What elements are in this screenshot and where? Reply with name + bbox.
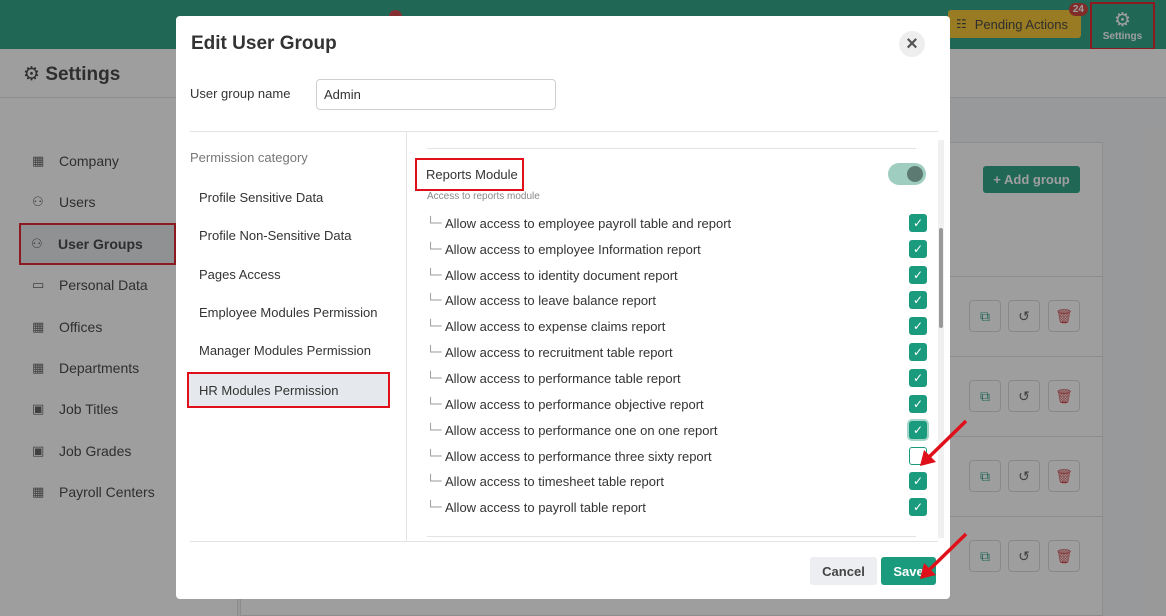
permission-row: └─ Allow access to performance three sixt… bbox=[427, 444, 927, 468]
permission-checkbox[interactable]: ✓ bbox=[909, 421, 927, 439]
tree-connector-icon: └─ bbox=[427, 345, 442, 359]
permission-checkbox[interactable] bbox=[909, 447, 927, 465]
save-button[interactable]: Save bbox=[881, 557, 936, 585]
permission-row: └─ Allow access to performance table repo… bbox=[427, 366, 927, 390]
tree-connector-icon: └─ bbox=[427, 449, 442, 463]
tree-connector-icon: └─ bbox=[427, 474, 442, 488]
category-profile-non-sensitive[interactable]: Profile Non-Sensitive Data bbox=[190, 217, 390, 253]
divider bbox=[427, 536, 916, 537]
category-hr-modules[interactable]: HR Modules Permission bbox=[187, 372, 390, 408]
permission-checkbox[interactable]: ✓ bbox=[909, 266, 927, 284]
reports-module-toggle[interactable] bbox=[888, 163, 926, 185]
permission-row: └─ Allow access to employee payroll table… bbox=[427, 211, 927, 235]
permission-category-list: Permission category Profile Sensitive Da… bbox=[187, 132, 407, 542]
group-name-label: User group name bbox=[190, 86, 291, 101]
permission-row: └─ Allow access to recruitment table repo… bbox=[427, 340, 927, 364]
permission-checkbox[interactable]: ✓ bbox=[909, 472, 927, 490]
edit-user-group-modal: Edit User Group × User group name Permis… bbox=[176, 16, 950, 599]
permission-checkbox[interactable]: ✓ bbox=[909, 240, 927, 258]
group-name-input[interactable] bbox=[316, 79, 556, 110]
permission-row: └─ Allow access to performance objective … bbox=[427, 392, 927, 416]
permission-checkbox[interactable]: ✓ bbox=[909, 369, 927, 387]
tree-connector-icon: └─ bbox=[427, 242, 442, 256]
permission-row: └─ Allow access to timesheet table report… bbox=[427, 469, 927, 493]
category-manager-modules[interactable]: Manager Modules Permission bbox=[190, 332, 390, 368]
category-profile-sensitive[interactable]: Profile Sensitive Data bbox=[190, 179, 390, 215]
permission-checkbox[interactable]: ✓ bbox=[909, 395, 927, 413]
permission-row: └─ Allow access to expense claims report ✓ bbox=[427, 314, 927, 338]
cancel-button[interactable]: Cancel bbox=[810, 557, 877, 585]
permission-row: └─ Allow access to identity document repo… bbox=[427, 263, 927, 287]
permission-checkbox[interactable]: ✓ bbox=[909, 498, 927, 516]
section-subtitle: Access to reports module bbox=[427, 191, 540, 202]
tree-connector-icon: └─ bbox=[427, 319, 442, 333]
scrollbar-thumb[interactable] bbox=[939, 228, 943, 328]
divider bbox=[427, 148, 916, 149]
permission-checkbox[interactable]: ✓ bbox=[909, 291, 927, 309]
permission-row: └─ Allow access to leave balance report ✓ bbox=[427, 288, 927, 312]
tree-connector-icon: └─ bbox=[427, 397, 442, 411]
permission-scrollbar[interactable] bbox=[938, 140, 944, 538]
permission-checkbox[interactable]: ✓ bbox=[909, 343, 927, 361]
tree-connector-icon: └─ bbox=[427, 371, 442, 385]
toggle-knob bbox=[907, 166, 923, 182]
permission-row: └─ Allow access to employee Information r… bbox=[427, 237, 927, 261]
permission-row: └─ Allow access to performance one on one… bbox=[427, 418, 927, 442]
close-icon[interactable]: × bbox=[899, 31, 925, 57]
permissions-body: Permission category Profile Sensitive Da… bbox=[187, 131, 938, 542]
modal-title: Edit User Group bbox=[191, 33, 337, 54]
tree-connector-icon: └─ bbox=[427, 216, 442, 230]
category-pages-access[interactable]: Pages Access bbox=[190, 256, 390, 292]
tree-connector-icon: └─ bbox=[427, 500, 442, 514]
permission-list: Reports Module Access to reports module … bbox=[408, 132, 938, 542]
category-employee-modules[interactable]: Employee Modules Permission bbox=[190, 294, 390, 330]
permission-row: └─ Allow access to payroll table report ✓ bbox=[427, 495, 927, 519]
category-header: Permission category bbox=[190, 150, 308, 165]
tree-connector-icon: └─ bbox=[427, 268, 442, 282]
section-title: Reports Module bbox=[415, 158, 524, 191]
permission-checkbox[interactable]: ✓ bbox=[909, 214, 927, 232]
tree-connector-icon: └─ bbox=[427, 423, 442, 437]
tree-connector-icon: └─ bbox=[427, 293, 442, 307]
permission-checkbox[interactable]: ✓ bbox=[909, 317, 927, 335]
